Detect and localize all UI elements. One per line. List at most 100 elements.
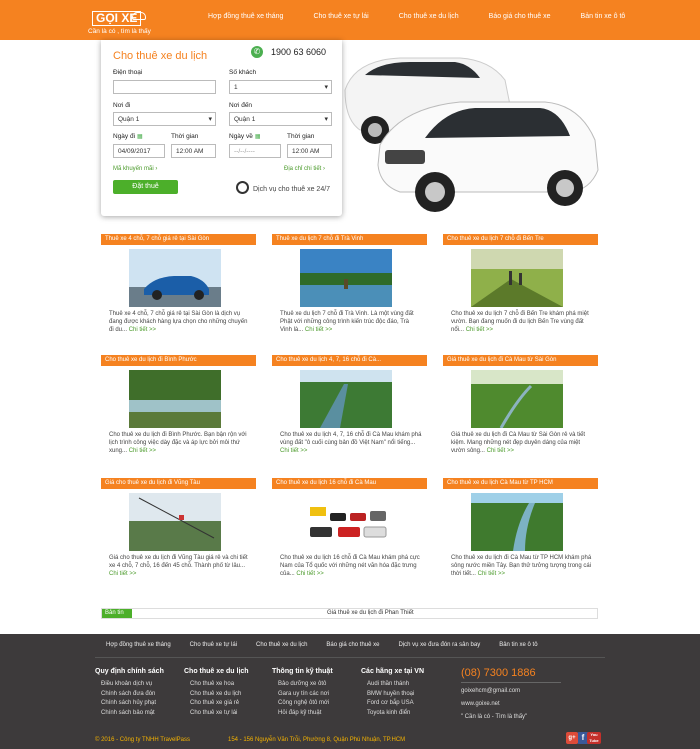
nav-item-self-drive[interactable]: Cho thuê xe tự lái [313,13,368,20]
article-card: Thuê xe 4 chỗ, 7 chỗ giá rẻ tại Sài Gòn … [101,234,256,342]
footer-link[interactable]: Ford cơ bắp USA [361,699,424,709]
card-image[interactable] [471,370,563,428]
footer-link[interactable]: Cho thuê xe hoa [184,680,249,690]
hero-cars-image [344,57,599,212]
read-more-link[interactable]: Chi tiết >> [129,448,156,454]
card-title[interactable]: Thuê xe du lịch 7 chỗ đi Trà Vinh [272,234,427,245]
card-title[interactable]: Cho thuê xe du lịch 7 chỗ đi Bến Tre [443,234,598,245]
date-input[interactable]: 04/09/2017 [113,144,165,158]
footer-column: Quy định chính sách Điều khoản dịch vụ Chí… [95,668,164,718]
youtube-icon[interactable]: You Tube [587,732,601,744]
logo[interactable]: GỌI XE Cần là có , tìm là thấy [88,6,154,36]
footer-link[interactable]: Điều khoản dịch vụ [95,680,164,690]
read-more-link[interactable]: Chi tiết >> [280,448,307,454]
to-label: Nơi đến [229,102,253,109]
footer-nav-item[interactable]: Cho thuê xe du lịch [256,642,307,648]
read-more-link[interactable]: Chi tiết >> [478,571,505,577]
article-card: Cho thuê xe du lịch Cà Mau từ TP HCM Cho… [443,478,598,586]
card-image[interactable] [300,249,392,307]
card-excerpt: Thuê xe 4 chỗ, 7 chỗ giá rẻ tại Sài Gòn … [109,311,248,333]
service-text: Dịch vụ cho thuê xe 24/7 [253,186,331,193]
footer-link[interactable]: Chính sách bảo mật [95,709,164,719]
logo-slogan: Cần là có , tìm là thấy [88,28,151,35]
card-title[interactable]: Cho thuê xe du lịch 4, 7, 16 chỗ đi Cà..… [272,355,427,366]
nav-item-monthly[interactable]: Hợp đồng thuê xe tháng [208,13,283,20]
card-title[interactable]: Giá cho thuê xe du lịch đi Vũng Tàu [101,478,256,489]
footer-website[interactable]: www.goixe.net [461,701,500,707]
footer-heading: Thông tin kỹ thuật [272,668,333,675]
header: GỌI XE Cần là có , tìm là thấy Hợp đồng … [0,0,700,40]
article-card: Cho thuê xe du lịch 7 chỗ đi Bến Tre Cho… [443,234,598,342]
calendar-icon: ▦ [254,134,261,140]
footer-link[interactable]: Chính sách hủy phạt [95,699,164,709]
nav-item-tour[interactable]: Cho thuê xe du lịch [399,13,459,20]
footer-link[interactable]: Cho thuê xe tự lái [184,709,249,719]
footer-nav-item[interactable]: Dịch vụ xe đưa đón ra sân bay [398,642,480,648]
card-excerpt: Thuê xe du lịch 7 chỗ đi Trà Vinh. Là mộ… [280,311,414,333]
to-select[interactable]: Quận 1 [229,112,332,126]
book-button[interactable]: Đặt thuê [113,180,178,194]
card-image[interactable] [471,493,563,551]
time-input[interactable]: 12:00 AM [171,144,216,158]
phone-input[interactable] [113,80,216,94]
read-more-link[interactable]: Chi tiết >> [487,448,514,454]
divider [95,657,605,658]
seats-label: Số khách [229,69,257,76]
read-more-link[interactable]: Chi tiết >> [129,327,156,333]
read-more-link[interactable]: Chi tiết >> [466,327,493,333]
card-title[interactable]: Thuê xe 4 chỗ, 7 chỗ giá rẻ tại Sài Gòn [101,234,256,245]
footer-nav-item[interactable]: Bản tin xe ô tô [499,642,537,648]
card-image[interactable] [471,249,563,307]
news-headline[interactable]: Giá thuê xe du lịch đi Phan Thiết [327,610,414,616]
promo-code-link[interactable]: Mã khuyến mãi › [113,166,157,172]
nav-item-news[interactable]: Bản tin xe ô tô [581,13,626,20]
hotline: 1900 63 6060 [271,47,327,57]
footer-link[interactable]: Chính sách đưa đón [95,690,164,700]
footer-link[interactable]: BMW huyền thoại [361,690,424,700]
footer-nav-item[interactable]: Báo giá cho thuê xe [326,642,379,648]
article-card: Cho thuê xe du lịch 4, 7, 16 chỗ đi Cà..… [272,355,427,463]
footer-nav-item[interactable]: Cho thuê xe tự lái [190,642,237,648]
read-more-link[interactable]: Chi tiết >> [109,571,136,577]
card-image[interactable] [300,370,392,428]
card-excerpt: Giá cho thuê xe du lịch đi Vũng Tàu giá … [109,555,248,577]
nav-item-price[interactable]: Báo giá cho thuê xe [489,13,551,20]
read-more-link[interactable]: Chi tiết >> [296,571,323,577]
clock-icon [236,181,249,194]
footer-link[interactable]: Audi thần thánh [361,680,424,690]
news-ticker: Bản tin Giá thuê xe du lịch đi Phan Thiế… [101,608,598,619]
card-title[interactable]: Cho thuê xe du lịch 16 chỗ đi Cà Mau [272,478,427,489]
footer-link[interactable]: Công nghệ ôtô mới [272,699,333,709]
footer-link[interactable]: Gara uy tín các nơi [272,690,333,700]
card-image[interactable] [300,493,392,551]
article-card: Giá cho thuê xe du lịch đi Vũng Tàu Giá … [101,478,256,586]
footer-link[interactable]: Cho thuê xe giá rẻ [184,699,249,709]
car-icon [132,12,146,20]
footer-nav: Hợp đồng thuê xe tháng Cho thuê xe tự lá… [106,642,557,648]
card-title[interactable]: Cho thuê xe du lịch Cà Mau từ TP HCM [443,478,598,489]
footer-link[interactable]: Bảo dưỡng xe ôtô [272,680,333,690]
google-plus-icon[interactable]: g+ [566,732,578,744]
from-select[interactable]: Quận 1 [113,112,216,126]
footer-link[interactable]: Cho thuê xe du lịch [184,690,249,700]
card-title[interactable]: Cho thuê xe du lịch đi Bình Phước [101,355,256,366]
footer-heading: Cho thuê xe du lịch [184,668,249,675]
date-label: Ngày đi ▦ [113,133,143,140]
article-card: Giá thuê xe du lịch đi Cà Mau từ Sài Gòn… [443,355,598,463]
address-detail-link[interactable]: Địa chỉ chi tiết › [284,166,325,172]
main-nav: Hợp đồng thuê xe tháng Cho thuê xe tự lá… [208,13,655,20]
card-title[interactable]: Giá thuê xe du lịch đi Cà Mau từ Sài Gòn [443,355,598,366]
card-image[interactable] [129,493,221,551]
footer-link[interactable]: Toyota kinh điển [361,709,424,719]
footer-email[interactable]: goixehcm@gmail.com [461,688,520,694]
return-time-input[interactable]: 12:00 AM [287,144,332,158]
card-image[interactable] [129,249,221,307]
footer-nav-item[interactable]: Hợp đồng thuê xe tháng [106,642,171,648]
return-date-input[interactable]: --/--/---- [229,144,281,158]
phone-icon: ✆ [251,46,263,58]
seats-select[interactable]: 1 [229,80,332,94]
footer-link[interactable]: Hỏi đáp kỹ thuật [272,709,333,719]
card-image[interactable] [129,370,221,428]
calendar-icon: ▦ [137,134,143,140]
read-more-link[interactable]: Chi tiết >> [305,327,332,333]
